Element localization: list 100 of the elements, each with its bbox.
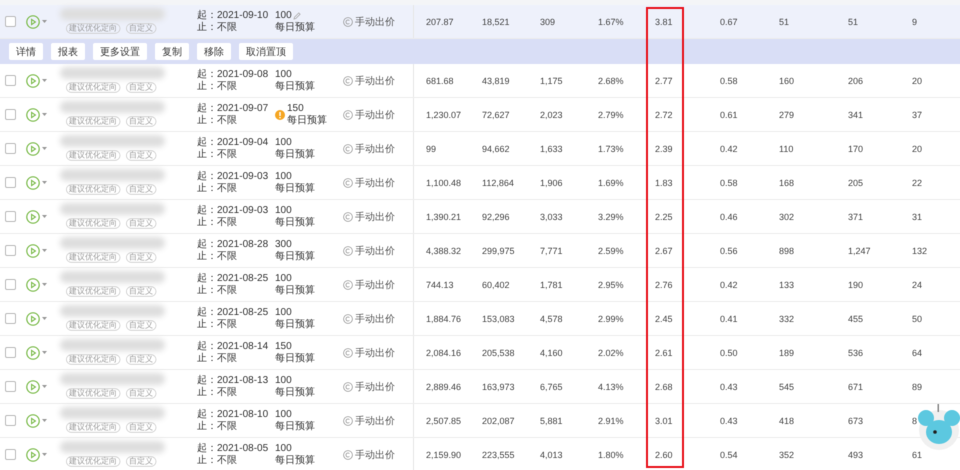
row-checkbox[interactable]	[5, 177, 16, 188]
table-cell: 0.42	[720, 144, 738, 154]
play-icon[interactable]	[26, 448, 40, 462]
play-icon[interactable]	[26, 278, 40, 292]
bid-type: 手动出价	[355, 74, 395, 88]
table-cell: 2.60	[655, 450, 673, 460]
bid-type: 手动出价	[355, 16, 395, 28]
caret-icon[interactable]	[42, 385, 47, 388]
play-icon[interactable]	[26, 14, 40, 28]
table-row[interactable]: 建议优化定向 自定义 起：2021-08-25 止：不限 100 每日预算 手动出价 744.13 60,402 1,781 2.95% 2.76 0.42 133 190 24	[0, 268, 960, 302]
tag: 建议优化定向	[66, 422, 120, 433]
row-checkbox[interactable]	[5, 279, 16, 290]
table-row[interactable]: 建议优化定向 自定义 起：2021-08-14 止：不限 150 每日预算 手动出价 2,084.16 205,538 4,160 2.02% 2.61 0.50 189 536 64	[0, 336, 960, 370]
tag: 建议优化定向	[66, 388, 120, 399]
bid-type: 手动出价	[355, 108, 395, 122]
tag: 建议优化定向	[66, 23, 120, 34]
pencil-icon[interactable]	[292, 12, 301, 20]
action-button[interactable]: 移除	[197, 43, 231, 60]
caret-icon[interactable]	[42, 113, 47, 116]
table-cell: 2.77	[655, 76, 673, 86]
caret-icon[interactable]	[42, 79, 47, 82]
row-checkbox[interactable]	[5, 109, 16, 120]
caret-icon[interactable]	[42, 181, 47, 184]
tag: 建议优化定向	[66, 150, 120, 161]
row-checkbox[interactable]	[5, 415, 16, 426]
table-cell: 2.61	[655, 348, 673, 358]
play-icon[interactable]	[26, 210, 40, 224]
row-checkbox[interactable]	[5, 381, 16, 392]
play-icon[interactable]	[26, 244, 40, 258]
play-icon[interactable]	[26, 346, 40, 360]
row-checkbox[interactable]	[5, 16, 16, 27]
play-icon[interactable]	[26, 74, 40, 88]
caret-icon[interactable]	[42, 419, 47, 422]
table-cell: 1,884.76	[426, 314, 462, 324]
end-date: 止：不限	[197, 148, 238, 160]
table-cell: 681.68	[426, 76, 454, 86]
play-icon[interactable]	[26, 142, 40, 156]
caret-icon[interactable]	[42, 351, 47, 354]
row-checkbox[interactable]	[5, 245, 16, 256]
action-button[interactable]: 复制	[155, 43, 189, 60]
action-button[interactable]: 报表	[51, 43, 85, 60]
table-row[interactable]: 建议优化定向 自定义 起：2021-08-25 止：不限 100 每日预算 手动出价 1,884.76 153,083 4,578 2.99% 2.45 0.41 332 455 50	[0, 302, 960, 336]
start-date: 起：2021-09-10	[197, 10, 270, 22]
tag: 建议优化定向	[66, 218, 120, 229]
action-button[interactable]: 详情	[9, 43, 43, 60]
table-row[interactable]: 建议优化定向 自定义 起：2021-09-07 止：不限 150 每日预算 手动出价 1,230.07 72,627 2,023 2.79% 2.72 0.61 279 341 37	[0, 98, 960, 132]
tag: 建议优化定向	[66, 354, 120, 365]
table-row[interactable]: 建议优化定向 自定义 起：2021-09-08 止：不限 100 每日预算 手动出价 681.68 43,819 1,175 2.68% 2.77 0.58 160 206 20	[0, 64, 960, 98]
table-row[interactable]: 建议优化定向 自定义 起：2021-09-04 止：不限 100 每日预算 手动出价 99 94,662 1,633 1.73% 2.39 0.42 110 170 20	[0, 132, 960, 166]
tag: 建议优化定向	[66, 184, 120, 195]
end-date: 止：不限	[197, 386, 238, 398]
table-cell: 3.29%	[598, 212, 624, 222]
table-row[interactable]: 建议优化定向 自定义 起：2021-08-28 止：不限 300 每日预算 手动出价 4,388.32 299,975 7,771 2.59% 2.67 0.56 898 1,247 132	[0, 234, 960, 268]
table-cell: 2.68	[655, 382, 673, 392]
budget-label: 每日预算	[275, 250, 315, 262]
play-icon[interactable]	[26, 176, 40, 190]
table-cell: 1.80%	[598, 450, 624, 460]
play-icon[interactable]	[26, 414, 40, 428]
table-cell: 2.76	[655, 280, 673, 290]
bid-icon	[343, 450, 353, 460]
bid-icon	[343, 16, 353, 26]
table-cell: 2.91%	[598, 416, 624, 426]
caret-icon[interactable]	[42, 249, 47, 252]
action-button[interactable]: 更多设置	[93, 43, 147, 60]
table-row[interactable]: 建议优化定向 自定义 起：2021-09-10 止：不限 100 每日预算 手动出价 207.87 18,521 309 1.67% 3.81 0.67 51 51 9	[0, 5, 960, 39]
row-checkbox[interactable]	[5, 143, 16, 154]
table-row[interactable]: 建议优化定向 自定义 起：2021-08-10 止：不限 100 每日预算 手动出价 2,507.85 202,087 5,881 2.91% 3.01 0.43 418 673 8	[0, 404, 960, 438]
action-button[interactable]: 取消置顶	[239, 43, 293, 60]
table-cell: 8	[912, 416, 918, 426]
table-cell: 190	[848, 280, 864, 290]
start-date: 起：2021-08-05	[197, 442, 270, 454]
table-row[interactable]: 建议优化定向 自定义 起：2021-09-03 止：不限 100 每日预算 手动出价 1,390.21 92,296 3,033 3.29% 2.25 0.46 302 371 31	[0, 200, 960, 234]
row-checkbox[interactable]	[5, 211, 16, 222]
table-cell: 1,247	[848, 246, 871, 256]
play-icon[interactable]	[26, 380, 40, 394]
caret-icon[interactable]	[42, 283, 47, 286]
table-row[interactable]: 建议优化定向 自定义 起：2021-09-03 止：不限 100 每日预算 手动出价 1,100.48 112,864 1,906 1.69% 1.83 0.58 168 205 22	[0, 166, 960, 200]
bid-type: 手动出价	[355, 448, 395, 462]
table-cell: 371	[848, 212, 864, 222]
table-row[interactable]: 建议优化定向 自定义 起：2021-08-13 止：不限 100 每日预算 手动出价 2,889.46 163,973 6,765 4.13% 2.68 0.43 545 671 89	[0, 370, 960, 404]
tag: 建议优化定向	[66, 286, 120, 297]
row-checkbox[interactable]	[5, 347, 16, 358]
caret-icon[interactable]	[42, 453, 47, 456]
table-cell: 89	[912, 382, 922, 392]
table-cell: 2.99%	[598, 314, 624, 324]
caret-icon[interactable]	[42, 20, 47, 23]
row-checkbox[interactable]	[5, 449, 16, 460]
caret-icon[interactable]	[42, 215, 47, 218]
tag: 自定义	[126, 184, 156, 195]
row-checkbox[interactable]	[5, 313, 16, 324]
table-cell: 112,864	[482, 178, 514, 188]
caret-icon[interactable]	[42, 147, 47, 150]
row-checkbox[interactable]	[5, 75, 16, 86]
table-cell: 7,771	[540, 246, 563, 256]
table-cell: 3.01	[655, 416, 673, 426]
caret-icon[interactable]	[42, 317, 47, 320]
play-icon[interactable]	[26, 108, 40, 122]
table-cell: 0.58	[720, 76, 738, 86]
play-icon[interactable]	[26, 312, 40, 326]
table-cell: 2.79%	[598, 110, 624, 120]
